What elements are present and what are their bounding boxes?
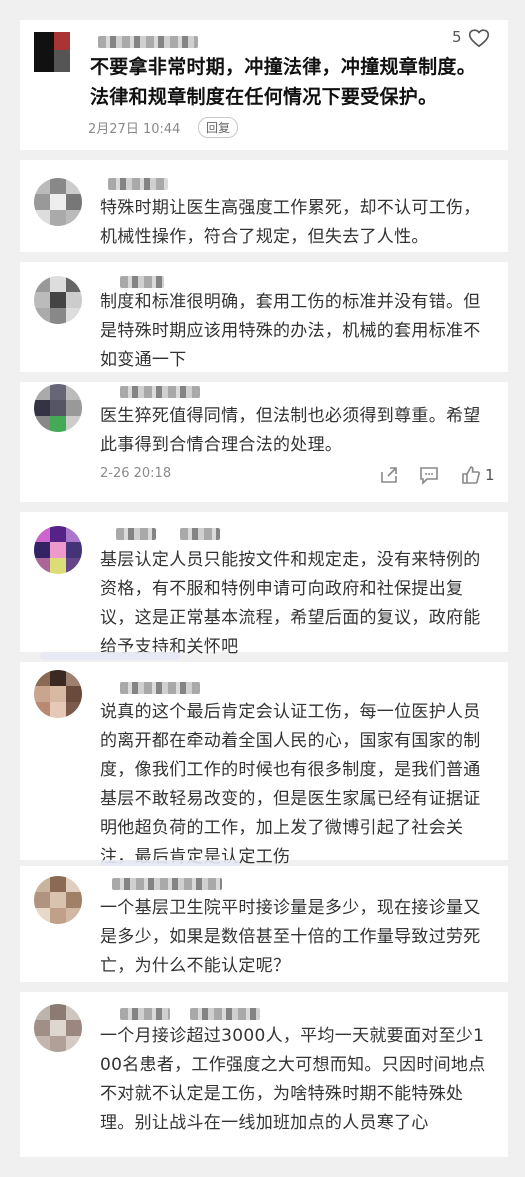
share-icon[interactable] (378, 464, 400, 486)
avatar[interactable] (34, 276, 82, 324)
comment-card: 一个基层卫生院平时接诊量是多少，现在接诊量又是多少，如果是数倍甚至十倍的工作量导… (20, 866, 508, 982)
comment-card: 基层认定人员只能按文件和规定走，没有来特例的资格，有不服和特例申请可向政府和社保… (20, 512, 508, 657)
thumbs-up-icon[interactable] (460, 464, 482, 486)
username-blurred (190, 1008, 260, 1020)
username-blurred[interactable] (98, 36, 198, 48)
username-blurred (180, 528, 220, 540)
comment-card: 特殊时期让医生高强度工作累死，却不认可工伤，机械性操作，符合了规定，但失去了人性… (20, 160, 508, 252)
username-blurred[interactable] (116, 528, 156, 540)
like-count: 1 (485, 466, 495, 484)
username-blurred[interactable] (112, 878, 222, 890)
avatar[interactable] (34, 178, 82, 226)
comment-date: 2-26 20:18 (100, 466, 172, 481)
avatar[interactable] (34, 1004, 82, 1052)
comment-card: 制度和标准很明确，套用工伤的标准并没有错。但是特殊时期应该用特殊的办法，机械的套… (20, 262, 508, 372)
avatar[interactable] (34, 32, 70, 72)
comment-text: 不要拿非常时期，冲撞法律，冲撞规章制度。法律和规章制度在任何情况下要受保护。 (90, 56, 477, 108)
heart-icon[interactable] (468, 28, 490, 48)
blur-strip (40, 652, 180, 660)
avatar[interactable] (34, 670, 82, 718)
comment-text: 特殊时期让医生高强度工作累死，却不认可工伤，机械性操作，符合了规定，但失去了人性… (100, 198, 481, 247)
username-blurred[interactable] (120, 682, 200, 694)
comment-date: 2月27日 10:44 (88, 122, 181, 137)
avatar[interactable] (34, 876, 82, 924)
comment-text: 说真的这个最后肯定会认证工伤，每一位医护人员的离开都在牵动着全国人民的心，国家有… (100, 702, 481, 867)
like-count: 5 (452, 28, 462, 46)
comment-text: 医生猝死值得同情，但法制也必须得到尊重。希望此事得到合情合理合法的处理。 (100, 406, 481, 455)
avatar[interactable] (34, 384, 82, 432)
comment-card: 一个月接诊超过3000人，平均一天就要面对至少100名患者，工作强度之大可想而知… (20, 992, 508, 1157)
comment-text: 基层认定人员只能按文件和规定走，没有来特例的资格，有不服和特例申请可向政府和社保… (100, 550, 481, 657)
comment-icon[interactable] (418, 464, 440, 486)
avatar[interactable] (34, 526, 82, 574)
comment-card: 医生猝死值得同情，但法制也必须得到尊重。希望此事得到合情合理合法的处理。 2-2… (20, 382, 508, 502)
username-blurred[interactable] (120, 1008, 170, 1020)
comment-text: 一个基层卫生院平时接诊量是多少，现在接诊量又是多少，如果是数倍甚至十倍的工作量导… (100, 898, 481, 976)
username-blurred[interactable] (120, 386, 200, 398)
username-blurred[interactable] (108, 178, 168, 190)
comment-text: 一个月接诊超过3000人，平均一天就要面对至少100名患者，工作强度之大可想而知… (100, 1026, 486, 1133)
reply-button[interactable]: 回复 (198, 117, 239, 138)
comment-text: 制度和标准很明确，套用工伤的标准并没有错。但是特殊时期应该用特殊的办法，机械的套… (100, 292, 481, 370)
comment-card: 说真的这个最后肯定会认证工伤，每一位医护人员的离开都在牵动着全国人民的心，国家有… (20, 662, 508, 867)
username-blurred[interactable] (120, 276, 164, 288)
comment-card: 5 不要拿非常时期，冲撞法律，冲撞规章制度。法律和规章制度在任何情况下要受保护。… (20, 20, 508, 150)
